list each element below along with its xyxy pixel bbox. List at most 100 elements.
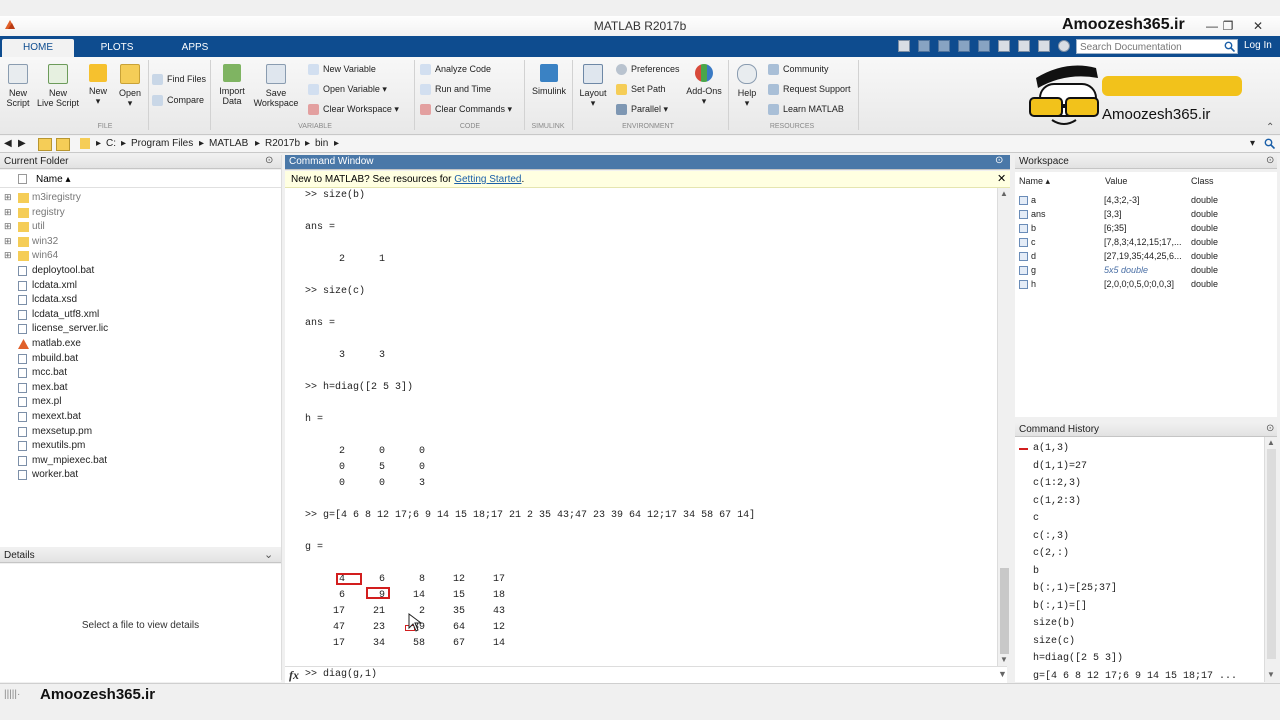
expand-folder-icon[interactable]: ⊞ — [4, 250, 12, 261]
address-dropdown-icon[interactable]: ▾ — [1250, 138, 1255, 149]
analyze-code-button[interactable]: Analyze Code — [420, 63, 491, 76]
folder-list-item[interactable]: mexext.bat — [32, 411, 81, 422]
expand-folder-icon[interactable]: ⊞ — [4, 192, 12, 203]
command-window-scrollbar[interactable]: ▲ ▼ — [997, 188, 1011, 666]
history-item[interactable]: c(2,:) — [1033, 548, 1069, 559]
workspace-row[interactable]: h [2,0,0;0,5,0;0,0,3] double — [1015, 279, 1277, 293]
folder-list-item[interactable]: deploytool.bat — [32, 265, 94, 276]
expand-folder-icon[interactable]: ⊞ — [4, 207, 12, 218]
workspace-row[interactable]: c [7,8,3;4,12,15;17,... double — [1015, 237, 1277, 251]
history-item[interactable]: size(c) — [1033, 636, 1075, 647]
history-item[interactable]: h=diag([2 5 3]) — [1033, 653, 1123, 664]
learn-matlab-link[interactable]: Learn MATLAB — [768, 103, 844, 116]
set-path-button[interactable]: Set Path — [616, 83, 666, 96]
find-files-button[interactable]: Find Files — [152, 73, 206, 86]
help-button[interactable]: Help ▾ — [734, 64, 760, 108]
switch-windows-icon[interactable] — [1038, 40, 1050, 52]
save-workspace-button[interactable]: Save Workspace — [252, 64, 300, 108]
folder-list-item[interactable]: mexutils.pm — [32, 440, 85, 451]
folder-list-item[interactable]: lcdata_utf8.xml — [32, 309, 99, 320]
folder-list-item[interactable]: util — [32, 221, 45, 232]
simulink-button[interactable]: Simulink — [530, 64, 568, 96]
clear-workspace-button[interactable]: Clear Workspace ▾ — [308, 103, 399, 116]
clear-commands-button[interactable]: Clear Commands ▾ — [420, 103, 512, 116]
name-column-header[interactable]: Name ▴ — [36, 174, 70, 185]
ws-header-name[interactable]: Name ▴ — [1019, 176, 1050, 187]
history-item[interactable]: g=[4 6 8 12 17;6 9 14 15 18;17 ... — [1033, 671, 1237, 682]
add-ons-button[interactable]: Add-Ons ▾ — [686, 64, 722, 106]
command-window-output[interactable]: >> size(b) ans = 2 1 >> size(c) ans = 3 … — [285, 188, 1007, 666]
request-support-link[interactable]: Request Support — [768, 83, 851, 96]
banner-close-icon[interactable]: ✕ — [997, 172, 1006, 185]
folder-list-item[interactable]: mex.bat — [32, 382, 68, 393]
breadcrumb-program-files[interactable]: Program Files — [131, 138, 193, 149]
scrollbar-thumb[interactable] — [1000, 568, 1009, 654]
select-checkbox-icon[interactable] — [18, 174, 27, 184]
tab-apps[interactable]: APPS — [158, 39, 232, 57]
copy-icon[interactable] — [958, 40, 970, 52]
folder-list-item[interactable]: win64 — [32, 250, 58, 261]
import-data-button[interactable]: Import Data — [216, 64, 248, 106]
history-item[interactable]: a(1,3) — [1033, 443, 1069, 454]
folder-list-item[interactable]: registry — [32, 207, 65, 218]
history-item[interactable]: d(1,1)=27 — [1033, 461, 1087, 472]
close-button[interactable]: ✕ — [1246, 17, 1270, 35]
workspace-row[interactable]: b [6;35] double — [1015, 223, 1277, 237]
ws-header-class[interactable]: Class — [1191, 176, 1214, 186]
history-item[interactable]: c — [1033, 513, 1039, 524]
cut-icon[interactable] — [938, 40, 950, 52]
folder-list-item[interactable]: mcc.bat — [32, 367, 67, 378]
command-window-menu-icon[interactable]: ⊙ — [995, 155, 1003, 166]
history-item[interactable]: b — [1033, 566, 1039, 577]
forward-icon[interactable]: ▶ — [18, 138, 26, 149]
new-script-button[interactable]: New Script — [4, 64, 32, 108]
ws-header-value[interactable]: Value — [1105, 176, 1127, 186]
history-item[interactable]: b(:,1)=[25;37] — [1033, 583, 1117, 594]
search-documentation-input[interactable]: Search Documentation — [1076, 39, 1238, 54]
tab-plots[interactable]: PLOTS — [80, 39, 154, 57]
folder-list-item[interactable]: mexsetup.pm — [32, 426, 92, 437]
panel-menu-icon[interactable]: ⊙ — [265, 155, 273, 166]
ribbon-collapse-icon[interactable]: ⌃ — [1266, 122, 1274, 133]
workspace-row[interactable]: ans [3,3] double — [1015, 209, 1277, 223]
command-input[interactable]: >> diag(g,1) — [305, 669, 377, 680]
quick-access-icon[interactable] — [898, 40, 910, 52]
expand-folder-icon[interactable]: ⊞ — [4, 236, 12, 247]
new-button[interactable]: New ▾ — [84, 64, 112, 106]
workspace-row[interactable]: a [4,3;2,-3] double — [1015, 195, 1277, 209]
folder-list-item[interactable]: mex.pl — [32, 396, 61, 407]
folder-list-item[interactable]: mw_mpiexec.bat — [32, 455, 107, 466]
expand-folder-icon[interactable]: ⊞ — [4, 221, 12, 232]
history-item[interactable]: b(:,1)=[] — [1033, 601, 1087, 612]
folder-list-item[interactable]: win32 — [32, 236, 58, 247]
open-button[interactable]: Open ▾ — [116, 64, 144, 108]
history-item[interactable]: c(1:2,3) — [1033, 478, 1081, 489]
restore-button[interactable]: ❐ — [1216, 17, 1240, 35]
scrollbar-thumb[interactable] — [1267, 449, 1276, 659]
preferences-button[interactable]: Preferences — [616, 63, 680, 76]
folder-list-item[interactable]: lcdata.xsd — [32, 294, 77, 305]
layout-button[interactable]: Layout ▾ — [576, 64, 610, 108]
folder-search-icon[interactable] — [1264, 138, 1275, 149]
up-folder-icon[interactable] — [38, 138, 52, 151]
folder-list-item[interactable]: lcdata.xml — [32, 280, 77, 291]
tab-home[interactable]: HOME — [2, 39, 74, 57]
folder-list-item[interactable]: matlab.exe — [32, 338, 81, 349]
history-menu-icon[interactable]: ⊙ — [1266, 423, 1274, 434]
login-link[interactable]: Log In — [1244, 40, 1272, 51]
community-link[interactable]: Community — [768, 63, 829, 76]
search-icon[interactable] — [1224, 41, 1235, 52]
workspace-menu-icon[interactable]: ⊙ — [1266, 155, 1274, 166]
redo-icon[interactable] — [1018, 40, 1030, 52]
parallel-button[interactable]: Parallel ▾ — [616, 103, 668, 116]
folder-list-item[interactable]: license_server.lic — [32, 323, 108, 334]
workspace-row[interactable]: g 5x5 double double — [1015, 265, 1277, 279]
compare-button[interactable]: Compare — [152, 94, 204, 107]
history-item[interactable]: c(1,2:3) — [1033, 496, 1081, 507]
paste-icon[interactable] — [978, 40, 990, 52]
save-icon[interactable] — [918, 40, 930, 52]
breadcrumb-c[interactable]: C: — [106, 138, 116, 149]
new-live-script-button[interactable]: New Live Script — [36, 64, 80, 108]
new-variable-button[interactable]: New Variable — [308, 63, 376, 76]
back-icon[interactable]: ◀ — [4, 138, 12, 149]
